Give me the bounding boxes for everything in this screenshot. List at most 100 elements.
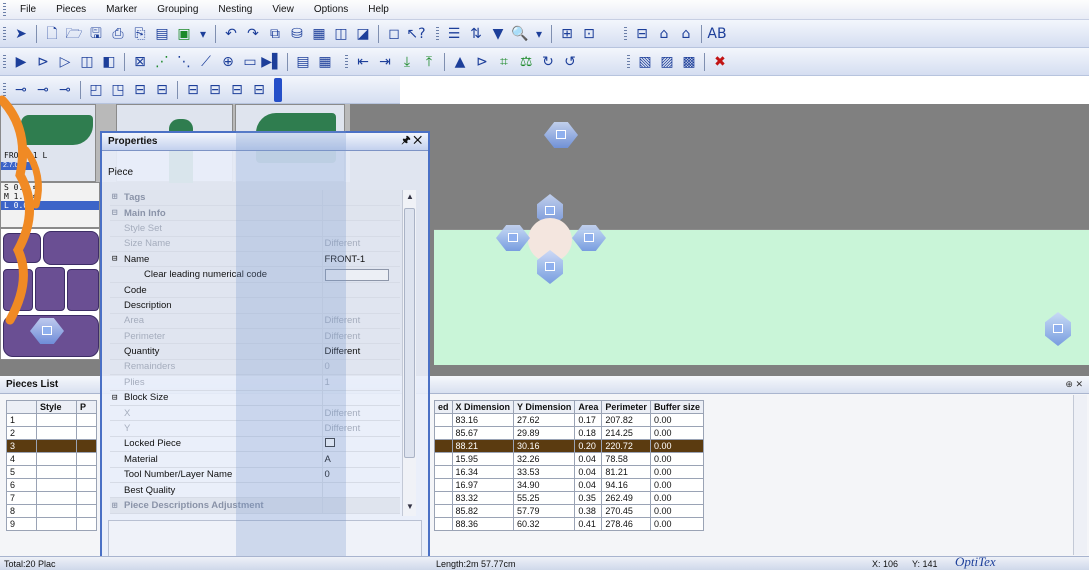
table-cell[interactable]: 0.00 [649,426,704,440]
property-row[interactable]: Style Set [110,220,400,237]
table-cell[interactable]: 0.04 [574,452,603,466]
property-value[interactable]: FRONT-1 [321,251,400,268]
property-row[interactable]: Size Name Different [110,236,400,253]
cell-style[interactable] [36,452,77,466]
grip-handle[interactable] [624,26,627,41]
property-row[interactable]: ⊞ Tags [110,190,400,206]
expand-toggle-icon[interactable]: ⊞ [110,190,122,206]
cell-p[interactable] [76,491,97,505]
table-row[interactable]: 16.97 34.90 0.04 94.16 0.00 [434,478,704,492]
property-row[interactable]: ⊟ Block Size [110,390,400,406]
stats-icon[interactable]: ▩ [679,52,699,72]
property-row[interactable]: ⊟ Name FRONT-1 [110,251,400,268]
expand-toggle-icon[interactable]: ⊞ [110,497,122,514]
row-number[interactable]: 1 [6,413,37,427]
zoom-extra-icon[interactable]: ⊞ [557,24,577,44]
measure-icon[interactable]: ⋱ [174,52,194,72]
property-value[interactable] [321,297,400,314]
table-cell[interactable]: 57.79 [513,504,576,518]
expand-toggle-icon[interactable]: ⊟ [110,251,122,268]
col-p[interactable]: P [76,400,97,414]
layer-h-icon[interactable]: ⊟ [249,80,269,100]
table-cell[interactable]: 60.32 [513,517,576,531]
property-value[interactable]: 0 [321,467,400,483]
nudge-right-button[interactable] [572,225,606,251]
cell-p[interactable] [76,413,97,427]
layer-b-icon[interactable]: ◳ [108,80,128,100]
property-value[interactable] [321,436,400,453]
row-number[interactable]: 6 [6,478,37,492]
table-row[interactable]: 5 [6,465,97,479]
table-cell[interactable]: 0.00 [649,478,704,492]
pieces-icon[interactable]: ⌂ [654,24,674,44]
column-header[interactable]: Perimeter [601,400,651,414]
cell-p[interactable] [76,517,97,531]
table-cell[interactable]: 81.21 [601,465,651,479]
nudge-right-edge-button[interactable] [1045,312,1071,346]
table-row[interactable]: 85.82 57.79 0.38 270.45 0.00 [434,504,704,518]
property-value[interactable]: Different [321,343,400,360]
chart-icon[interactable]: ▧ [635,52,655,72]
split-icon[interactable]: ⌂ [676,24,696,44]
scroll-up-icon[interactable]: ▲ [403,192,417,204]
layer-d-icon[interactable]: ⊟ [152,80,172,100]
table-cell[interactable] [434,478,453,492]
table-cell[interactable]: 220.72 [601,439,651,453]
move-up-icon[interactable]: ⤒ [419,52,439,72]
table-cell[interactable]: 270.45 [601,504,651,518]
pieces-list-scrollbar[interactable] [1073,395,1087,555]
table-cell[interactable]: 0.00 [649,517,704,531]
property-value[interactable]: Different [321,405,400,422]
menu-help[interactable]: Help [358,4,399,15]
toolbar-overflow-button[interactable] [274,77,282,102]
table-row[interactable]: 15.95 32.26 0.04 78.58 0.00 [434,452,704,466]
table-cell[interactable]: 16.97 [451,478,515,492]
col-style[interactable]: Style [36,400,77,414]
table-cell[interactable]: 214.25 [601,426,651,440]
layer-a-icon[interactable]: ◰ [86,80,106,100]
property-row[interactable]: Locked Piece [110,436,400,453]
column-header[interactable]: X Dimension [451,400,515,414]
table-cell[interactable] [434,517,453,531]
filter-icon[interactable]: ▼ [488,24,508,44]
table-cell[interactable]: 94.16 [601,478,651,492]
move-down-icon[interactable]: ⤓ [397,52,417,72]
table-row[interactable]: 88.21 30.16 0.20 220.72 0.00 [434,439,704,453]
properties-scrollbar[interactable]: ▲ ▼ [402,190,416,516]
table-cell[interactable]: 30.16 [513,439,576,453]
table-row[interactable]: 4 [6,452,97,466]
table-row[interactable]: 6 [6,478,97,492]
print-preview-icon[interactable]: ⎙ [108,24,128,44]
table-cell[interactable]: 88.36 [451,517,515,531]
property-row[interactable]: Best Quality [110,482,400,499]
table-cell[interactable]: 88.21 [451,439,515,453]
property-value[interactable] [321,482,400,499]
menu-grouping[interactable]: Grouping [147,4,208,15]
table-cell[interactable]: 0.00 [649,452,704,466]
table-cell[interactable]: 262.49 [601,491,651,505]
window-icon[interactable]: ◻ [384,24,404,44]
nudge-left-button[interactable] [496,225,530,251]
table-cell[interactable]: 0.04 [574,465,603,479]
report-icon[interactable]: ▨ [657,52,677,72]
move-left-icon[interactable]: ⇤ [353,52,373,72]
print-icon[interactable]: ⎘ [130,24,150,44]
clear-code-button[interactable] [324,268,389,281]
property-value[interactable]: 1 [321,374,400,391]
table-row[interactable]: 83.32 55.25 0.35 262.49 0.00 [434,491,704,505]
property-row[interactable]: Remainders 0 [110,359,400,376]
layer-c-icon[interactable]: ⊟ [130,80,150,100]
table-row[interactable]: 1 [6,413,97,427]
table-cell[interactable]: 0.00 [649,504,704,518]
properties-titlebar[interactable]: Properties 🖈 ✕ [102,133,428,151]
property-value[interactable] [321,190,400,206]
table-cell[interactable]: 0.20 [574,439,603,453]
property-row[interactable]: Area Different [110,313,400,330]
move-up-triangle-icon[interactable]: ▲ [450,52,470,72]
zoom-in-icon[interactable]: ⊕ [218,52,238,72]
table-cell[interactable] [434,426,453,440]
align-icon[interactable]: ☰ [444,24,464,44]
property-row[interactable]: Description [110,297,400,314]
table-cell[interactable] [434,413,453,427]
close-red-icon[interactable]: ✖ [710,52,730,72]
